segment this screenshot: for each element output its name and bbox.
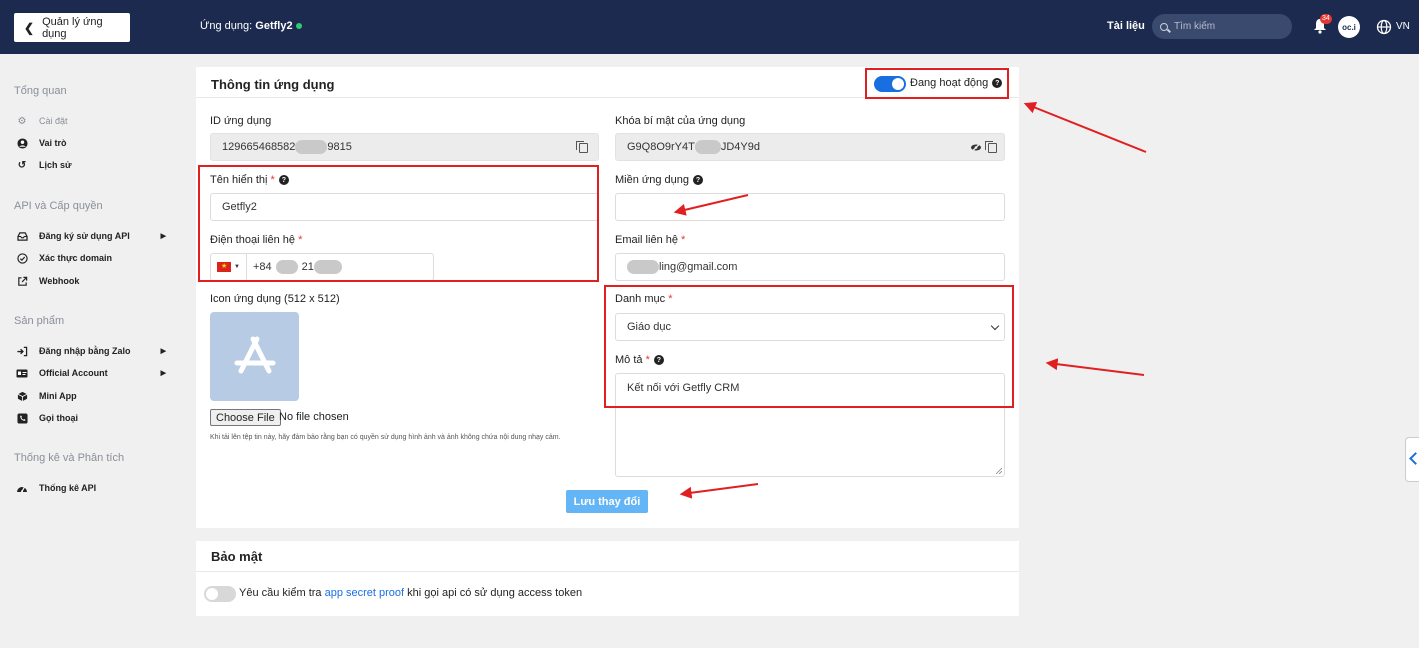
annotation-arrows (673, 101, 1147, 499)
annotation-arrow-description (1045, 358, 1145, 376)
annotation-arrow-domain (673, 194, 749, 216)
annotation-arrow-save (679, 483, 759, 499)
annotation-arrow-status (1023, 101, 1147, 153)
